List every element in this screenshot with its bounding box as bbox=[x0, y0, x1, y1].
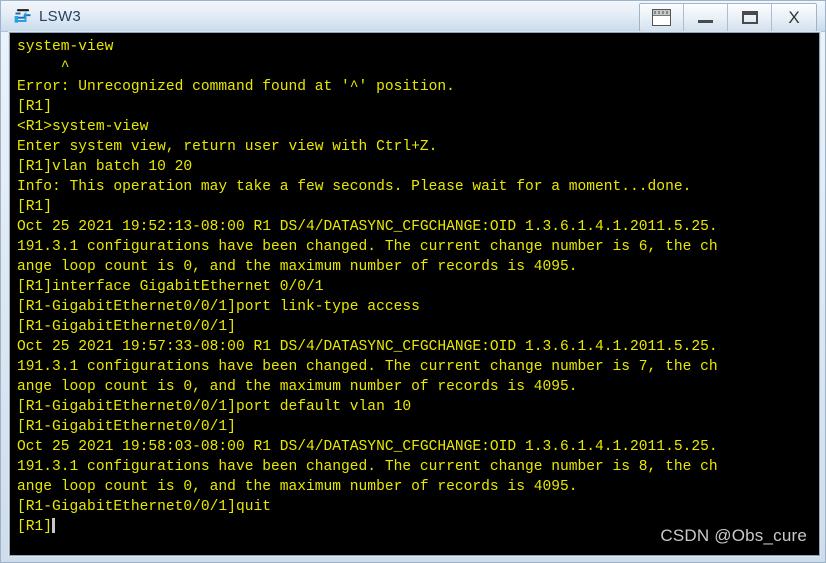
terminal-line: system-view bbox=[17, 39, 114, 55]
terminal-line: <R1>system-view bbox=[17, 119, 149, 135]
terminal-line: [R1-GigabitEthernet0/0/1]port link-type … bbox=[17, 299, 420, 315]
terminal-line: Info: This operation may take a few seco… bbox=[17, 179, 692, 195]
lsw3-window: LSW3 X system-view ^ Error: Unrecognized … bbox=[0, 0, 826, 563]
terminal-line: Oct 25 2021 19:52:13-08:00 R1 DS/4/DATAS… bbox=[17, 219, 718, 235]
terminal-line: [R1-GigabitEthernet0/0/1]port default vl… bbox=[17, 399, 412, 415]
restore-down-button[interactable] bbox=[640, 4, 684, 31]
terminal-line: ange loop count is 0, and the maximum nu… bbox=[17, 479, 578, 495]
terminal-line: ^ bbox=[17, 59, 70, 75]
window-title: LSW3 bbox=[39, 7, 82, 25]
terminal-line: ange loop count is 0, and the maximum nu… bbox=[17, 379, 578, 395]
minimize-button[interactable] bbox=[684, 4, 728, 31]
terminal-line: Error: Unrecognized command found at '^'… bbox=[17, 79, 455, 95]
close-icon: X bbox=[788, 7, 800, 27]
terminal-line: [R1] bbox=[17, 199, 53, 215]
terminal-line: Enter system view, return user view with… bbox=[17, 139, 438, 155]
text-cursor bbox=[52, 518, 56, 533]
window-controls: X bbox=[639, 3, 817, 32]
terminal-line: Oct 25 2021 19:58:03-08:00 R1 DS/4/DATAS… bbox=[17, 439, 718, 455]
terminal-line: [R1-GigabitEthernet0/0/1]quit bbox=[17, 499, 271, 515]
title-bar[interactable]: LSW3 X bbox=[1, 1, 825, 32]
terminal-line: [R1-GigabitEthernet0/0/1] bbox=[17, 419, 236, 435]
watermark: CSDN @Obs_cure bbox=[660, 526, 807, 545]
close-button[interactable]: X bbox=[772, 4, 816, 31]
terminal-line: 191.3.1 configurations have been changed… bbox=[17, 459, 718, 475]
switch-icon bbox=[14, 9, 31, 23]
terminal-line: [R1-GigabitEthernet0/0/1] bbox=[17, 319, 236, 335]
maximize-icon bbox=[741, 11, 758, 24]
terminal-line: [R1] bbox=[17, 99, 53, 115]
terminal-line: [R1]vlan batch 10 20 bbox=[17, 159, 193, 175]
terminal-panel[interactable]: system-view ^ Error: Unrecognized command… bbox=[9, 32, 820, 556]
restore-multi-icon bbox=[652, 9, 671, 26]
minimize-icon bbox=[698, 20, 713, 23]
terminal-line: 191.3.1 configurations have been changed… bbox=[17, 239, 718, 255]
terminal-output[interactable]: system-view ^ Error: Unrecognized command… bbox=[10, 33, 819, 555]
maximize-button[interactable] bbox=[728, 4, 772, 31]
terminal-line: [R1]interface GigabitEthernet 0/0/1 bbox=[17, 279, 324, 295]
terminal-line: 191.3.1 configurations have been changed… bbox=[17, 359, 718, 375]
terminal-line: ange loop count is 0, and the maximum nu… bbox=[17, 259, 578, 275]
terminal-line: Oct 25 2021 19:57:33-08:00 R1 DS/4/DATAS… bbox=[17, 339, 718, 355]
